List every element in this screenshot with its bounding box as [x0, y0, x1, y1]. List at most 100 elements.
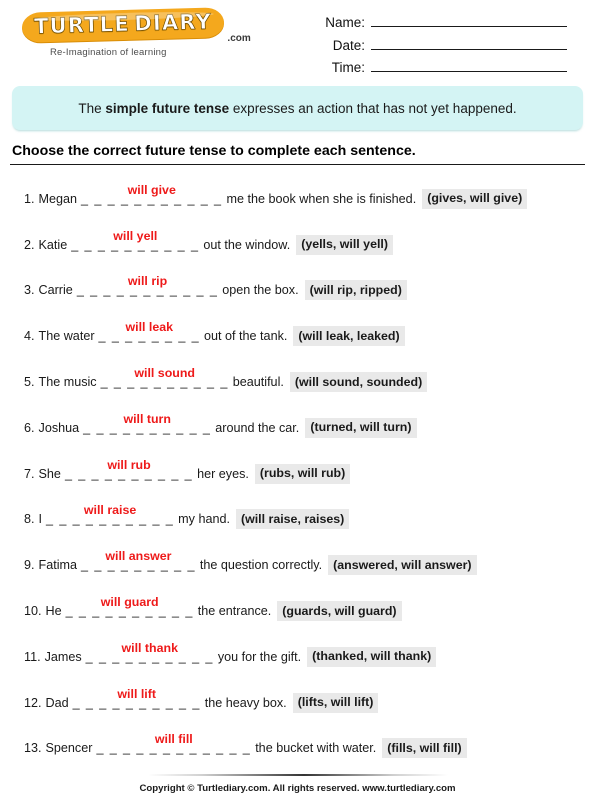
answer-options[interactable]: (turned, will turn): [305, 417, 417, 438]
question-text-after-blank: out of the tank.: [204, 329, 288, 344]
name-field-input[interactable]: [371, 14, 567, 27]
page-header: TURTLE DIARY .com Re-Imagination of lear…: [0, 0, 595, 80]
question-text-after-blank: beautiful.: [232, 375, 284, 390]
answer-blank[interactable]: _ _ _ _ _ _ _ _ will leak: [99, 321, 201, 343]
question-number: 13.: [24, 741, 42, 756]
question-row: 5. The music _ _ _ _ _ _ _ _ _ _ will sound…: [24, 359, 595, 405]
question-text-before-blank: She: [38, 466, 61, 481]
answer-options[interactable]: (guards, will guard): [277, 601, 402, 622]
question-row: 9. Fatima _ _ _ _ _ _ _ _ _ will answer the …: [24, 542, 595, 588]
time-field-row: Time:: [319, 59, 567, 75]
filled-answer: will thank: [121, 640, 178, 655]
question-number: 2.: [24, 237, 35, 252]
filled-answer: will rub: [107, 457, 151, 472]
question-number: 11.: [24, 649, 41, 664]
answer-blank[interactable]: _ _ _ _ _ _ _ _ _ will answer: [81, 550, 196, 572]
question-text-after-blank: you for the gift.: [217, 649, 302, 664]
question-number: 1.: [24, 191, 35, 206]
question-text-before-blank: The music: [38, 375, 97, 390]
question-text-after-blank: me the book when she is finished.: [226, 191, 417, 206]
question-text-before-blank: I: [38, 512, 43, 527]
date-field-row: Date:: [319, 37, 567, 53]
answer-options[interactable]: (gives, will give): [422, 188, 528, 209]
instruction-divider: [10, 164, 585, 165]
answer-options[interactable]: (will raise, raises): [235, 509, 350, 530]
definition-banner-text: The simple future tense expresses an act…: [78, 101, 516, 116]
answer-options[interactable]: (yells, will yell): [296, 234, 393, 255]
definition-banner: The simple future tense expresses an act…: [12, 86, 583, 130]
logo-word-diary: DIARY: [133, 9, 213, 36]
logo-tagline: Re-Imagination of learning: [50, 47, 167, 58]
answer-options[interactable]: (lifts, will lift): [292, 692, 379, 713]
filled-answer: will guard: [100, 595, 159, 610]
question-list: 1. Megan _ _ _ _ _ _ _ _ _ _ _ will give me …: [24, 176, 595, 771]
answer-options[interactable]: (will rip, ripped): [304, 280, 407, 301]
page-footer: Copyright © Turtlediary.com. All rights …: [0, 774, 595, 794]
answer-blank[interactable]: _ _ _ _ _ _ _ _ _ _ will lift: [73, 687, 201, 709]
logo-dotcom-suffix: .com: [227, 32, 251, 44]
filled-answer: will give: [127, 182, 176, 197]
question-text-before-blank: James: [44, 649, 82, 664]
instruction-section: Choose the correct future tense to compl…: [10, 143, 585, 165]
answer-blank[interactable]: _ _ _ _ _ _ _ _ _ _ will sound: [101, 367, 229, 389]
student-info-fields: Name: Date: Time:: [319, 6, 577, 82]
question-row: 8. I _ _ _ _ _ _ _ _ _ _ will raise my hand.…: [24, 497, 595, 543]
turtle-diary-logo[interactable]: TURTLE DIARY .com Re-Imagination of lear…: [21, 6, 250, 58]
filled-answer: will yell: [113, 228, 158, 243]
answer-blank[interactable]: _ _ _ _ _ _ _ _ _ _ will thank: [86, 642, 214, 664]
filled-answer: will rip: [127, 274, 168, 289]
question-row: 10. He _ _ _ _ _ _ _ _ _ _ will guard the en…: [24, 588, 595, 634]
question-text-before-blank: Fatima: [38, 558, 78, 573]
date-field-input[interactable]: [371, 37, 567, 50]
answer-options[interactable]: (rubs, will rub): [254, 463, 351, 484]
answer-options[interactable]: (thanked, will thank): [307, 646, 437, 667]
answer-blank[interactable]: _ _ _ _ _ _ _ _ _ _ will turn: [83, 413, 211, 435]
answer-blank[interactable]: _ _ _ _ _ _ _ _ _ _ will guard: [66, 596, 194, 618]
answer-blank[interactable]: _ _ _ _ _ _ _ _ _ _ will yell: [71, 229, 199, 251]
filled-answer: will leak: [125, 320, 174, 335]
question-text-before-blank: The water: [38, 329, 95, 344]
answer-blank[interactable]: _ _ _ _ _ _ _ _ _ _ will raise: [46, 504, 174, 525]
answer-options[interactable]: (fills, will fill): [382, 738, 467, 759]
question-number: 8.: [24, 512, 35, 527]
question-text-after-blank: open the box.: [222, 283, 299, 298]
question-row: 7. She _ _ _ _ _ _ _ _ _ _ will rub her eyes…: [24, 451, 595, 497]
answer-blank[interactable]: _ _ _ _ _ _ _ _ _ _ _ will rip: [77, 275, 218, 297]
question-number: 7.: [24, 466, 35, 481]
question-row: 12. Dad _ _ _ _ _ _ _ _ _ _ will lift the he…: [24, 680, 595, 726]
definition-highlight: simple future tense: [105, 100, 230, 116]
footer-divider: [147, 774, 448, 776]
instruction-text: Choose the correct future tense to compl…: [12, 143, 416, 159]
question-text-after-blank: the question correctly.: [199, 558, 323, 573]
question-text-after-blank: my hand.: [178, 512, 230, 527]
question-text-before-blank: Joshua: [38, 420, 80, 435]
time-field-label: Time:: [331, 60, 365, 75]
filled-answer: will turn: [123, 411, 171, 426]
answer-options[interactable]: (will leak, leaked): [293, 326, 405, 347]
question-number: 3.: [24, 283, 35, 298]
answer-blank[interactable]: _ _ _ _ _ _ _ _ _ _ _ will give: [81, 184, 222, 206]
question-number: 6.: [24, 420, 35, 435]
logo-bubble: TURTLE DIARY .com: [21, 7, 250, 44]
question-row: 4. The water _ _ _ _ _ _ _ _ will leak out o…: [24, 313, 595, 359]
question-row: 11. James _ _ _ _ _ _ _ _ _ _ will thank you…: [24, 634, 595, 680]
answer-blank[interactable]: _ _ _ _ _ _ _ _ _ _ will rub: [65, 458, 193, 480]
time-field-input[interactable]: [371, 59, 567, 72]
question-text-after-blank: the bucket with water.: [255, 741, 377, 756]
logo-word-turtle: TURTLE: [33, 11, 131, 39]
question-row: 6. Joshua _ _ _ _ _ _ _ _ _ _ will turn arou…: [24, 405, 595, 451]
filled-answer: will lift: [117, 686, 156, 701]
question-text-after-blank: around the car.: [215, 420, 300, 435]
definition-suffix: expresses an action that has not yet hap…: [229, 100, 517, 116]
answer-options[interactable]: (answered, will answer): [328, 555, 477, 576]
answer-options[interactable]: (will sound, sounded): [289, 372, 428, 393]
filled-answer: will sound: [134, 366, 195, 381]
filled-answer: will raise: [83, 503, 137, 518]
question-text-before-blank: Carrie: [38, 283, 73, 298]
question-text-after-blank: her eyes.: [197, 466, 249, 481]
question-number: 12.: [24, 695, 42, 710]
question-text-after-blank: the entrance.: [197, 604, 272, 619]
question-number: 4.: [24, 329, 35, 344]
answer-blank[interactable]: _ _ _ _ _ _ _ _ _ _ _ _ will fill: [96, 733, 251, 755]
question-text-before-blank: Spencer: [45, 741, 93, 756]
